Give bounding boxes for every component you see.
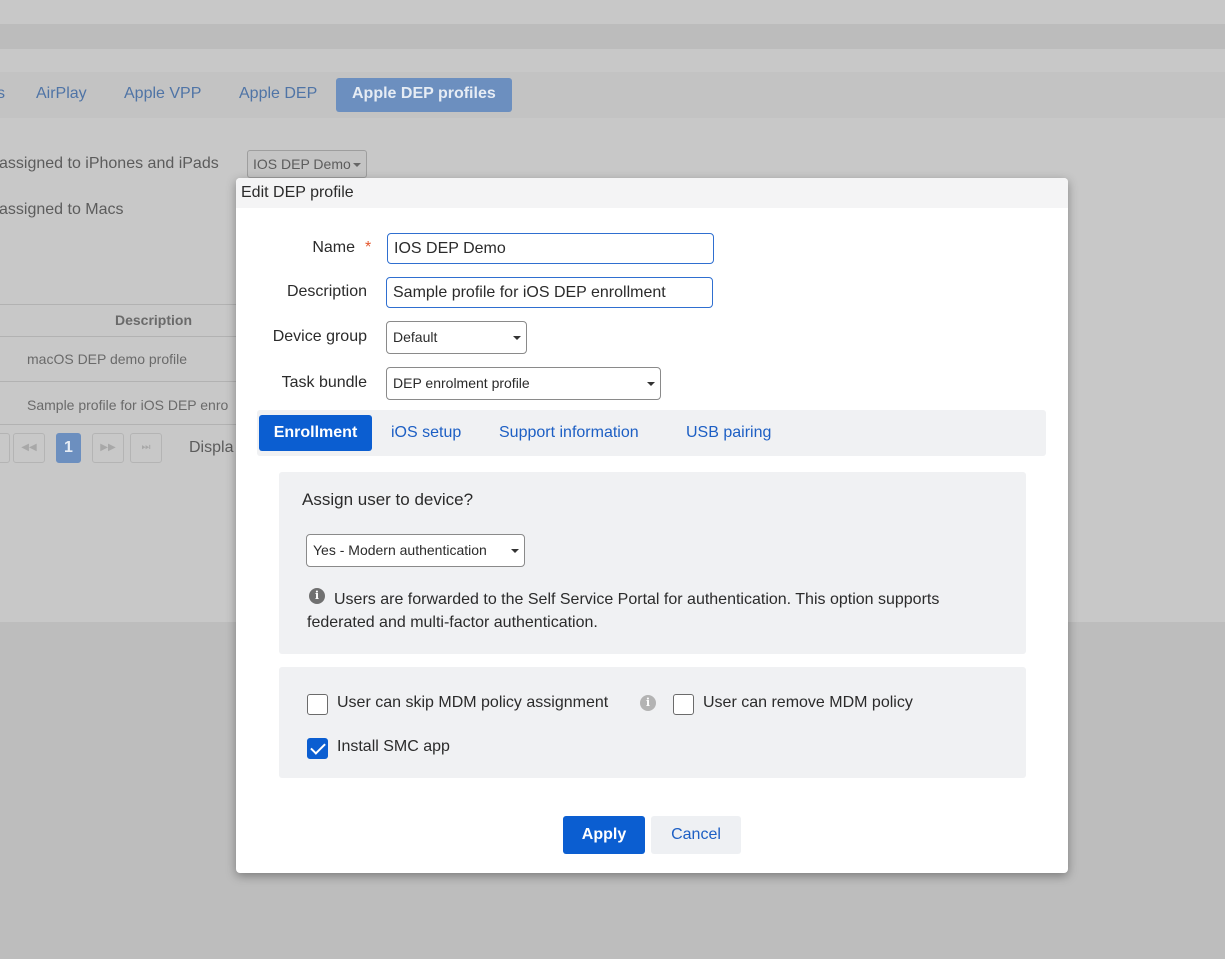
bg-pager-last-icon: ⏭ — [130, 433, 162, 463]
bg-mac-label: assigned to Macs — [0, 201, 124, 218]
skip-mdm-label: User can skip MDM policy assignment — [337, 694, 609, 711]
description-input[interactable] — [386, 277, 713, 308]
bg-pager-prev-icon: ◀◀ — [13, 433, 45, 463]
profile-tab-bar: Enrollment iOS setup Support information… — [257, 410, 1046, 456]
bg-table-row: Sample profile for iOS DEP enro — [27, 397, 229, 413]
task-bundle-label: Task bundle — [281, 374, 367, 391]
caret-down-icon — [647, 382, 655, 386]
dialog-header: Edit DEP profile — [236, 178, 1068, 208]
bg-pager-first-icon: ⏮ — [0, 433, 10, 463]
install-smc-label: Install SMC app — [337, 738, 450, 755]
bg-table-divider — [0, 304, 240, 305]
remove-mdm-checkbox[interactable] — [673, 694, 694, 715]
bg-tab-partial: s — [0, 85, 5, 102]
remove-mdm-label: User can remove MDM policy — [703, 694, 913, 711]
caret-down-icon — [511, 549, 519, 553]
edit-dep-profile-dialog: Edit DEP profile Name * Description Devi… — [236, 178, 1068, 873]
tab-support-information[interactable]: Support information — [499, 415, 639, 451]
dialog-title: Edit DEP profile — [241, 184, 354, 201]
tab-usb-pairing[interactable]: USB pairing — [686, 415, 771, 451]
bg-pager-display-text: Displa — [189, 439, 234, 456]
name-label: Name — [312, 239, 355, 256]
assign-user-info-text: Users are forwarded to the Self Service … — [307, 591, 940, 631]
bg-tab-apple-vpp: Apple VPP — [124, 85, 202, 102]
bg-tab-apple-dep: Apple DEP — [239, 85, 318, 102]
assign-user-select[interactable]: Yes - Modern authentication — [306, 534, 525, 567]
tab-ios-setup[interactable]: iOS setup — [391, 415, 461, 451]
info-icon[interactable]: i — [640, 695, 656, 711]
bg-iphone-label: assigned to iPhones and iPads — [0, 155, 219, 172]
install-smc-checkbox[interactable] — [307, 738, 328, 759]
apply-button[interactable]: Apply — [563, 816, 645, 854]
task-bundle-value: DEP enrolment profile — [393, 375, 530, 391]
assign-user-panel: Assign user to device? Yes - Modern auth… — [279, 472, 1026, 654]
bg-table-divider — [0, 424, 240, 425]
assign-user-value: Yes - Modern authentication — [313, 542, 487, 558]
bg-tab-airplay: AirPlay — [36, 85, 87, 102]
bg-tab-apple-dep-profiles: Apple DEP profiles — [336, 78, 512, 112]
tab-enrollment[interactable]: Enrollment — [259, 415, 372, 451]
skip-mdm-checkbox[interactable] — [307, 694, 328, 715]
assign-user-title: Assign user to device? — [302, 490, 474, 509]
description-label: Description — [286, 283, 367, 300]
bg-table-header-description: Description — [115, 312, 193, 328]
bg-iphone-profile-select: IOS DEP Demo — [247, 150, 367, 178]
mdm-options-panel: User can skip MDM policy assignment i Us… — [279, 667, 1026, 778]
caret-down-icon — [513, 336, 521, 340]
device-group-select[interactable]: Default — [386, 321, 527, 354]
task-bundle-select[interactable]: DEP enrolment profile — [386, 367, 661, 400]
bg-pager-next-icon: ▶▶ — [92, 433, 124, 463]
bg-table-row: macOS DEP demo profile — [27, 351, 188, 367]
name-input[interactable] — [387, 233, 714, 264]
background-toolbar — [0, 24, 1225, 49]
bg-iphone-profile-value: IOS DEP Demo — [253, 156, 351, 172]
device-group-value: Default — [393, 329, 438, 345]
required-mark: * — [365, 239, 372, 256]
bg-table-divider — [0, 381, 240, 382]
bg-pager-current: 1 — [56, 433, 81, 463]
caret-down-icon — [353, 163, 361, 167]
bg-table-divider — [0, 336, 240, 337]
cancel-button[interactable]: Cancel — [651, 816, 741, 854]
device-group-label: Device group — [272, 328, 367, 345]
